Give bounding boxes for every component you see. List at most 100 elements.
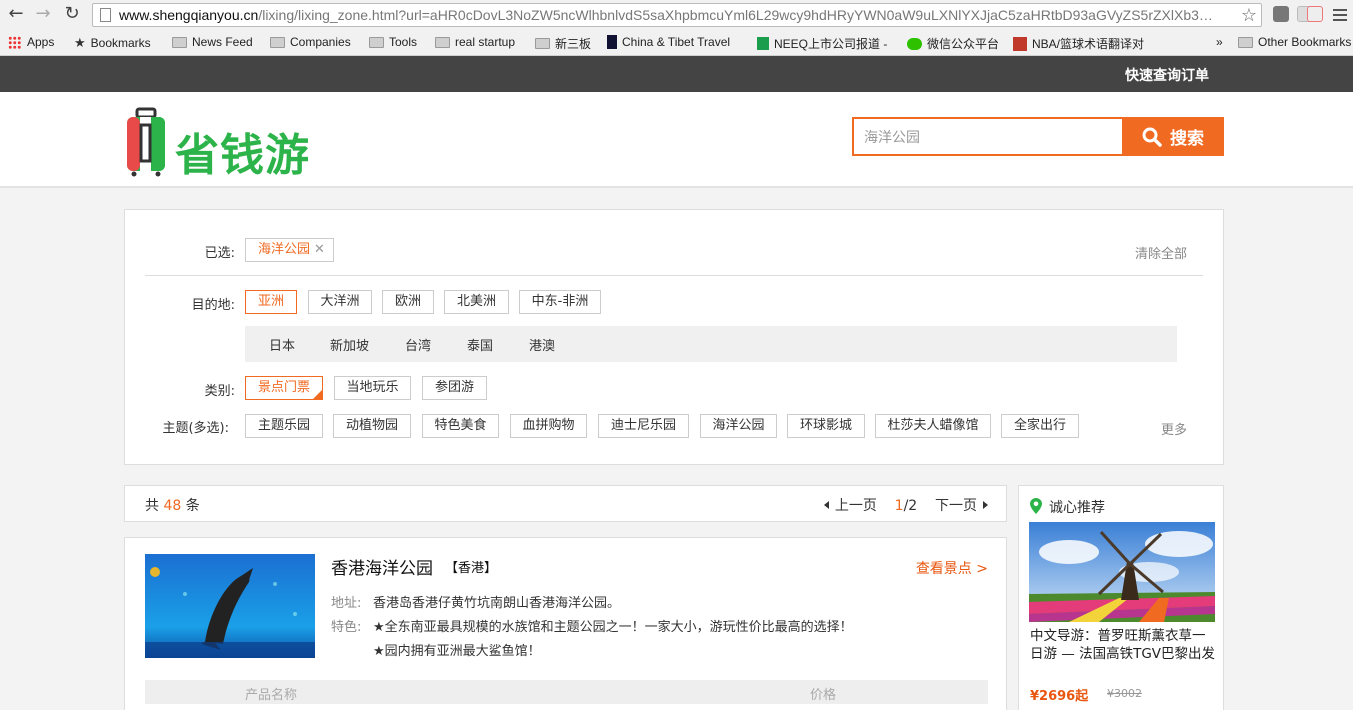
search-input[interactable]	[852, 117, 1124, 156]
bookmark-wechat[interactable]: 微信公众平台	[907, 35, 999, 52]
selected-filter-chip[interactable]: 海洋公园 ✕	[245, 238, 334, 262]
product-table-header: 产品名称 价格	[145, 680, 988, 704]
windmill-photo	[1029, 522, 1215, 622]
suitcase-logo-icon	[127, 107, 165, 177]
theme-chip-family[interactable]: 全家出行	[1001, 414, 1079, 438]
bookmark-neeq[interactable]: NEEQ上市公司报道 -	[757, 35, 892, 52]
sheet-icon	[757, 37, 769, 50]
address-value: 香港岛香港仔黄竹坑南朗山香港海洋公园。	[373, 596, 621, 611]
back-arrow-icon[interactable]: ←	[6, 4, 26, 24]
next-page-button[interactable]: 下一页	[935, 498, 988, 514]
pagination: 上一页 1/2 下一页	[823, 495, 988, 515]
bookmark-apps[interactable]: Apps	[8, 35, 54, 49]
sub-region-bar: 日本 新加坡 台湾 泰国 港澳	[245, 326, 1177, 362]
column-product-name: 产品名称	[245, 688, 298, 703]
nba-icon	[1013, 36, 1027, 51]
sub-region-hk-macau[interactable]: 港澳	[529, 335, 555, 354]
filter-panel: 已选: 海洋公园 ✕ 清除全部 目的地: 亚洲 大洋洲 欧洲 北美洲 中东-非洲 …	[124, 209, 1224, 465]
recommend-title: 诚心推荐	[1049, 500, 1105, 516]
bookmark-bookmarks[interactable]: ★ Bookmarks	[74, 35, 151, 51]
theme-chip-madame-tussauds[interactable]: 杜莎夫人蜡像馆	[875, 414, 991, 438]
theme-chip-food[interactable]: 特色美食	[422, 414, 499, 438]
search-button[interactable]: 搜索	[1122, 117, 1224, 156]
column-price: 价格	[810, 688, 837, 703]
destination-chip-oceania[interactable]: 大洋洲	[308, 290, 372, 314]
quick-order-link[interactable]: 快速查询订单	[1125, 65, 1209, 85]
destination-label: 目的地:	[191, 298, 235, 313]
theme-chip-universal[interactable]: 环球影城	[787, 414, 865, 438]
selected-label: 已选:	[204, 246, 235, 261]
sub-region-taiwan[interactable]: 台湾	[405, 335, 431, 354]
recommend-description[interactable]: 中文导游：普罗旺斯薰衣草一日游 — 法国高铁TGV巴黎出发	[1030, 627, 1218, 663]
folder-icon	[535, 38, 550, 49]
theme-chip-ocean-park[interactable]: 海洋公园	[700, 414, 777, 438]
clear-all-link[interactable]: 清除全部	[1135, 243, 1187, 262]
total-pages: /2	[903, 498, 918, 514]
feature-label: 特色:	[331, 620, 362, 635]
location-pin-icon	[1030, 498, 1042, 514]
wechat-icon	[907, 37, 922, 50]
current-page: 1	[894, 498, 904, 514]
reload-icon[interactable]: ↻	[62, 4, 82, 24]
forward-arrow-icon[interactable]: →	[33, 4, 53, 24]
theme-chip-disney[interactable]: 迪士尼乐园	[598, 414, 689, 438]
address-label: 地址:	[331, 596, 362, 611]
category-chip-local-fun[interactable]: 当地玩乐	[334, 376, 411, 400]
result-item: 香港海洋公园 【香港】 查看景点 > 地址: 香港岛香港仔黄竹坑南朗山香港海洋公…	[124, 537, 1007, 710]
folder-icon	[1238, 36, 1253, 48]
park-name[interactable]: 香港海洋公园	[331, 554, 433, 579]
caret-left-icon	[823, 501, 829, 509]
china-tibet-icon	[607, 35, 617, 49]
bookmark-nba[interactable]: NBA/篮球术语翻译对	[1013, 35, 1153, 52]
more-themes-link[interactable]: 更多	[1161, 419, 1187, 438]
remove-filter-icon[interactable]: ✕	[314, 242, 325, 257]
destination-chip-middle-east-africa[interactable]: 中东-非洲	[519, 290, 601, 314]
result-count: 共 48 条	[145, 498, 200, 514]
theme-chip-zoo-garden[interactable]: 动植物园	[333, 414, 411, 438]
destination-chip-asia[interactable]: 亚洲	[245, 290, 297, 314]
star-icon: ★	[74, 35, 86, 50]
sub-region-japan[interactable]: 日本	[269, 335, 295, 354]
address-bar[interactable]: www.shengqianyou.cn/lixing/lixing_zone.h…	[92, 3, 1262, 27]
view-attraction-link[interactable]: 查看景点 >	[916, 558, 988, 578]
folder-icon	[270, 36, 285, 48]
category-chip-group-tour[interactable]: 参团游	[422, 376, 487, 400]
destination-chip-europe[interactable]: 欧洲	[382, 290, 434, 314]
park-thumbnail[interactable]	[145, 554, 315, 658]
bookmark-news-feed[interactable]: News Feed	[172, 35, 253, 49]
bookmark-real-startup[interactable]: real startup	[435, 35, 515, 49]
bookmark-xinsanban[interactable]: 新三板	[535, 35, 591, 52]
page-icon	[100, 8, 111, 22]
recommend-old-price: ¥3002	[1107, 687, 1142, 700]
bookmark-other[interactable]: Other Bookmarks	[1238, 35, 1351, 49]
bookmark-china-tibet[interactable]: China & Tibet Travel	[607, 35, 730, 49]
recommend-panel: 诚心推荐 中文导游：普罗旺斯薰衣草一日游 — 法国高铁TGV巴黎出发 ¥2696…	[1018, 485, 1224, 710]
theme-chip-theme-park[interactable]: 主题乐园	[245, 414, 323, 438]
theme-label: 主题(多选):	[162, 421, 229, 436]
apps-icon	[8, 35, 21, 49]
extension-icon[interactable]	[1307, 6, 1323, 22]
bookmarks-overflow-button[interactable]: »	[1216, 35, 1223, 49]
url-text[interactable]: www.shengqianyou.cn/lixing/lixing_zone.h…	[119, 7, 1229, 23]
folder-icon	[435, 36, 450, 48]
site-header: 省钱游 搜索	[0, 92, 1353, 188]
search-icon	[1142, 127, 1162, 147]
sub-region-thailand[interactable]: 泰国	[467, 335, 493, 354]
sub-region-singapore[interactable]: 新加坡	[330, 335, 369, 354]
bookmark-companies[interactable]: Companies	[270, 35, 351, 49]
divider	[145, 275, 1203, 276]
bookmark-star-icon[interactable]: ☆	[1241, 5, 1257, 26]
chrome-menu-icon[interactable]	[1333, 6, 1347, 22]
destination-chip-north-america[interactable]: 北美洲	[444, 290, 509, 314]
prev-page-button[interactable]: 上一页	[823, 498, 877, 514]
dolphin-photo	[145, 554, 315, 658]
bookmark-tools[interactable]: Tools	[369, 35, 417, 49]
extension-icon[interactable]	[1273, 6, 1289, 22]
bookmarks-bar: Apps ★ Bookmarks News Feed Companies Tool…	[0, 30, 1353, 56]
browser-toolbar: ← → ↻ www.shengqianyou.cn/lixing/lixing_…	[0, 0, 1353, 30]
recommend-image[interactable]	[1029, 522, 1215, 622]
site-logo[interactable]: 省钱游	[125, 107, 325, 181]
logo-text: 省钱游	[175, 130, 310, 181]
category-chip-tickets[interactable]: 景点门票	[245, 376, 323, 400]
theme-chip-shopping[interactable]: 血拼购物	[510, 414, 587, 438]
